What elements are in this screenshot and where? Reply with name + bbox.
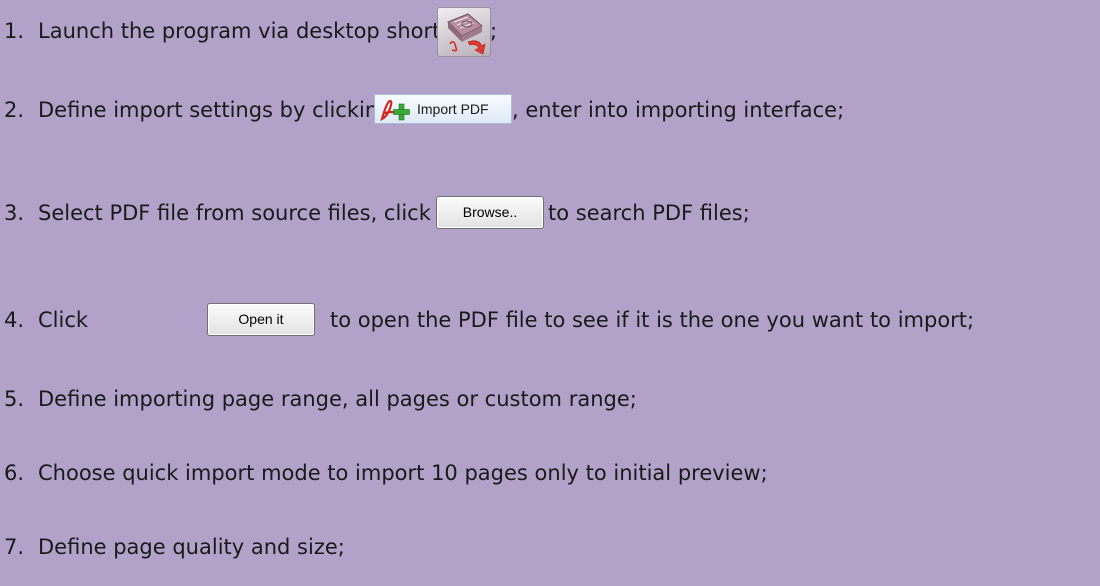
step-4-tail: to open the PDF file to see if it is the…: [330, 308, 975, 332]
book-icon: [447, 13, 486, 55]
step-number: 2.: [4, 98, 25, 122]
step-text-before: Select PDF file from source files, click: [38, 201, 431, 225]
step-text-before: Define import settings by clicking: [38, 98, 392, 122]
step-number: 6.: [4, 461, 25, 485]
step-text: Choose quick import mode to import 10 pa…: [38, 461, 768, 485]
step-number: 4.: [4, 308, 25, 332]
step-text: Define importing page range, all pages o…: [38, 387, 637, 411]
step-3-tail: to search PDF files;: [548, 201, 750, 225]
browse-button[interactable]: Browse..: [436, 196, 544, 229]
import-pdf-button[interactable]: Import PDF: [374, 94, 512, 124]
step-1-suffix: ;: [490, 19, 498, 43]
step-number: 5.: [4, 387, 25, 411]
step-number: 1.: [4, 19, 25, 43]
step-number: 3.: [4, 201, 25, 225]
step-text-before: Click: [38, 308, 89, 332]
app-shortcut-icon[interactable]: [437, 7, 491, 57]
import-pdf-label: Import PDF: [417, 101, 489, 117]
open-it-button[interactable]: Open it: [207, 303, 315, 336]
step-text: Launch the program via desktop shortcut: [38, 19, 474, 43]
pdf-add-icon: [380, 99, 410, 121]
step-2-tail: , enter into importing interface;: [512, 98, 845, 122]
step-text: Define page quality and size;: [38, 535, 345, 559]
step-number: 7.: [4, 535, 25, 559]
